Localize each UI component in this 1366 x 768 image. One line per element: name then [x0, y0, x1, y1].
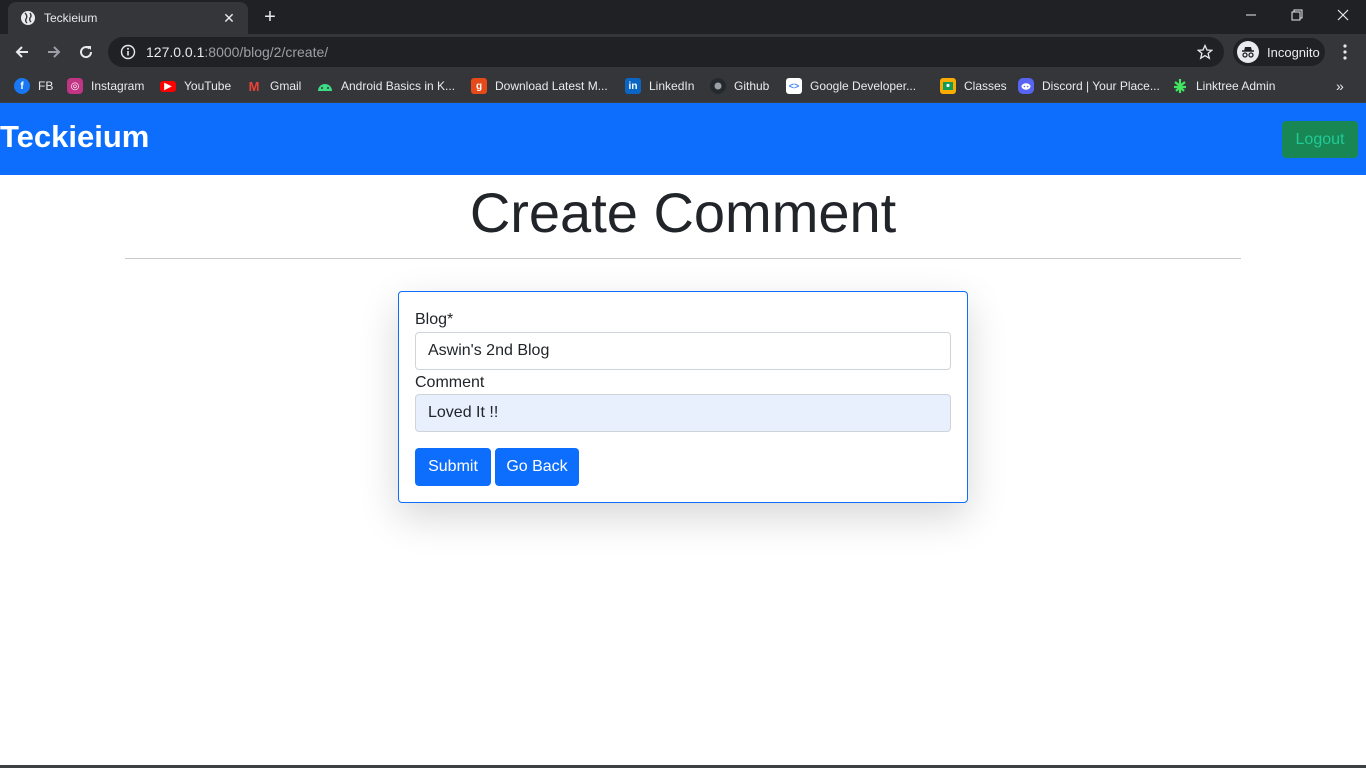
- browser-tab-strip: Teckieium ✕ +: [0, 0, 1366, 34]
- bookmark-label: Classes: [964, 79, 1007, 93]
- bookmark-gmail[interactable]: M Gmail: [246, 76, 302, 96]
- page-title: Create Comment: [469, 181, 897, 244]
- url-host: 127.0.0.1: [146, 44, 205, 60]
- bookmark-github[interactable]: Github: [710, 76, 769, 96]
- bookmark-classes[interactable]: Classes: [940, 76, 1007, 96]
- incognito-profile[interactable]: Incognito: [1233, 38, 1325, 66]
- bookmark-label: YouTube: [184, 79, 232, 93]
- bookmark-linkedin[interactable]: in LinkedIn: [625, 76, 694, 96]
- instagram-icon: ◎: [67, 78, 83, 94]
- bookmarks-bar: f FB ◎ Instagram ▶ YouTube M Gmail Andro…: [0, 70, 1366, 103]
- window-close-icon[interactable]: [1320, 0, 1366, 30]
- bookmark-label: Linktree Admin: [1196, 79, 1276, 93]
- url-path: :8000/blog/2/create/: [204, 44, 329, 60]
- blog-label: Blog*: [415, 311, 454, 328]
- bookmark-label: Gmail: [270, 79, 302, 93]
- site-navbar: Teckieium Logout: [0, 103, 1366, 175]
- star-icon[interactable]: [1196, 43, 1214, 61]
- site-brand[interactable]: Teckieium: [0, 119, 149, 155]
- reload-icon[interactable]: [72, 38, 100, 66]
- bookmark-label: LinkedIn: [649, 79, 695, 93]
- logout-button[interactable]: Logout: [1282, 121, 1358, 158]
- discord-icon: [1018, 78, 1034, 94]
- bookmark-label: FB: [38, 79, 54, 93]
- kebab-menu-icon[interactable]: [1334, 40, 1356, 64]
- bookmark-label: Google Developer...: [810, 79, 917, 93]
- comment-form-card: Blog* Comment Submit Go Back: [398, 291, 968, 503]
- tab-title: Teckieium: [44, 11, 98, 25]
- arrow-right-icon[interactable]: [40, 38, 68, 66]
- bookmark-label: Instagram: [91, 79, 145, 93]
- google-classroom-icon: [940, 78, 956, 94]
- youtube-icon: ▶: [160, 80, 176, 92]
- comment-label: Comment: [415, 374, 485, 391]
- plus-icon[interactable]: +: [258, 6, 282, 28]
- google-developers-icon: <>: [786, 78, 802, 94]
- bookmark-discord[interactable]: Discord | Your Place...: [1018, 76, 1160, 96]
- github-icon: [710, 78, 726, 94]
- android-icon: [317, 78, 333, 94]
- gmail-icon: M: [248, 78, 260, 94]
- browser-tab[interactable]: Teckieium ✕: [8, 2, 248, 34]
- bookmark-label: Discord | Your Place...: [1042, 79, 1160, 93]
- restore-icon[interactable]: [1274, 0, 1320, 30]
- submit-button[interactable]: Submit: [415, 448, 491, 486]
- g-logo-icon: g: [471, 78, 487, 94]
- bookmark-fb[interactable]: f FB: [14, 76, 53, 96]
- bookmark-download-latest[interactable]: g Download Latest M...: [471, 76, 608, 96]
- arrow-left-icon[interactable]: [8, 38, 36, 66]
- bookmark-label: Download Latest M...: [495, 79, 608, 93]
- info-icon[interactable]: [120, 44, 136, 60]
- blog-field[interactable]: [415, 332, 951, 370]
- bookmark-instagram[interactable]: ◎ Instagram: [67, 76, 144, 96]
- incognito-icon: [1237, 41, 1259, 63]
- globe-icon: [20, 10, 36, 26]
- linkedin-icon: in: [625, 78, 641, 94]
- minimize-icon[interactable]: [1228, 0, 1274, 30]
- bookmark-label: Github: [734, 79, 770, 93]
- address-bar[interactable]: 127.0.0.1:8000/blog/2/create/: [108, 37, 1224, 67]
- browser-toolbar: 127.0.0.1:8000/blog/2/create/ Incognito: [0, 34, 1366, 70]
- bookmark-android-basics[interactable]: Android Basics in K...: [317, 76, 455, 96]
- bookmark-label: Android Basics in K...: [341, 79, 456, 93]
- profile-label: Incognito: [1267, 44, 1320, 60]
- bookmark-linktree[interactable]: Linktree Admin: [1172, 76, 1275, 96]
- divider: [125, 258, 1241, 259]
- chevron-double-right-icon[interactable]: »: [1336, 78, 1344, 94]
- comment-field[interactable]: [415, 394, 951, 432]
- linktree-icon: [1172, 78, 1188, 94]
- close-icon[interactable]: ✕: [220, 9, 238, 27]
- go-back-button[interactable]: Go Back: [495, 448, 579, 486]
- bookmark-google-developer[interactable]: <> Google Developer...: [786, 76, 916, 96]
- facebook-icon: f: [14, 78, 30, 94]
- bookmark-youtube[interactable]: ▶ YouTube: [160, 76, 231, 96]
